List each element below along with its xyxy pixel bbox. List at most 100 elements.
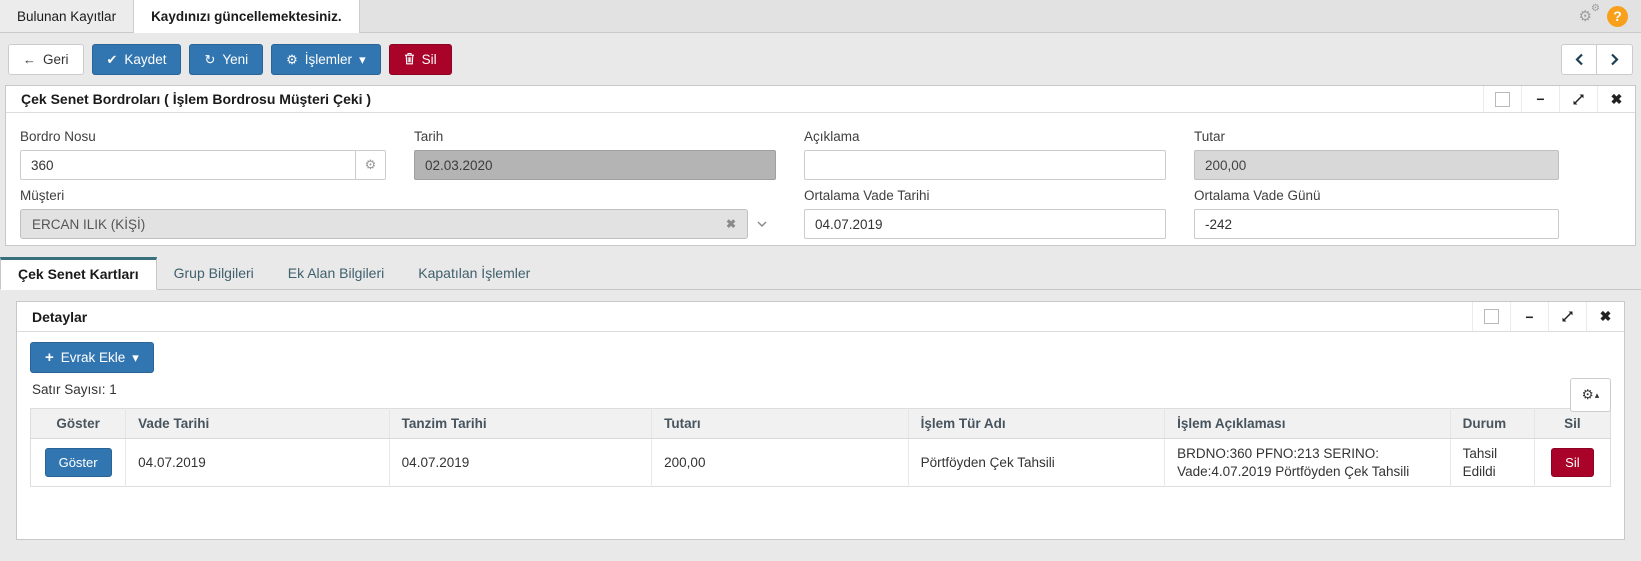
panel-minimize-icon[interactable]: − — [1521, 86, 1559, 112]
settings-gears-icon[interactable]: ⚙ ⚙ — [1579, 3, 1600, 24]
tab-bulunan-kayitlar[interactable]: Bulunan Kayıtlar — [0, 0, 135, 32]
back-button[interactable]: ← Geri — [8, 44, 84, 75]
delete-button[interactable]: Sil — [388, 44, 452, 75]
header-tutari[interactable]: Tutarı — [651, 408, 909, 439]
refresh-icon: ↻ — [204, 52, 216, 67]
details-panel: Detaylar − ✖ + Evrak Ekle ▾ Satır Sayısı… — [16, 301, 1625, 541]
cell-goster: Göster — [30, 438, 127, 487]
delete-row-button[interactable]: Sil — [1551, 448, 1594, 478]
add-document-label: Evrak Ekle — [60, 350, 126, 365]
panel-expand-icon[interactable] — [1548, 302, 1586, 331]
field-ortalama-vade-gunu: Ortalama Vade Günü — [1194, 180, 1559, 239]
cell-sil: Sil — [1534, 438, 1611, 487]
panel-checkbox[interactable] — [1483, 86, 1521, 112]
caret-down-icon: ▾ — [132, 350, 139, 365]
new-button-label: Yeni — [222, 52, 249, 67]
chevron-down-icon[interactable] — [748, 221, 776, 227]
bordro-panel-title: Çek Senet Bordroları ( İşlem Bordrosu Mü… — [21, 91, 372, 107]
table-row: Göster 04.07.2019 04.07.2019 200,00 Pört… — [30, 438, 1611, 487]
gear-icon: ⚙ — [364, 157, 377, 172]
panel-expand-icon[interactable] — [1559, 86, 1597, 112]
details-body: + Evrak Ekle ▾ Satır Sayısı: 1 ⚙ ▴ Göste… — [17, 332, 1624, 539]
help-icon[interactable]: ? — [1607, 5, 1628, 27]
show-row-button[interactable]: Göster — [44, 448, 112, 478]
tarih-input — [414, 150, 776, 180]
save-button[interactable]: ✔ Kaydet — [91, 44, 182, 75]
cell-tanzim-tarihi: 04.07.2019 — [389, 438, 653, 487]
cell-islem-aciklamasi: BRDNO:360 PFNO:213 SERINO: Vade:4.07.201… — [1164, 438, 1451, 487]
header-islem-tur-adi[interactable]: İşlem Tür Adı — [908, 408, 1166, 439]
musteri-selected-value[interactable]: ERCAN ILIK (KİŞİ) ✖ — [20, 209, 748, 239]
header-sil[interactable]: Sil — [1534, 408, 1611, 439]
tab-kapatilan-islemler[interactable]: Kapatılan İşlemler — [401, 257, 548, 290]
field-musteri: Müşteri ERCAN ILIK (KİŞİ) ✖ — [20, 180, 776, 239]
panel-close-icon[interactable]: ✖ — [1597, 86, 1635, 112]
field-ortalama-vade-tarihi: Ortalama Vade Tarihi — [804, 180, 1166, 239]
topbar-right: ⚙ ⚙ ? — [1579, 0, 1641, 32]
tarih-label: Tarih — [414, 129, 444, 144]
bordro-panel: Çek Senet Bordroları ( İşlem Bordrosu Mü… — [5, 85, 1636, 246]
save-button-label: Kaydet — [124, 52, 167, 67]
tab-grup-bilgileri[interactable]: Grup Bilgileri — [156, 257, 271, 290]
back-arrow-icon: ← — [23, 52, 36, 67]
row-count-text: Satır Sayısı: 1 — [32, 382, 117, 397]
bordro-nosu-input[interactable] — [20, 150, 355, 180]
bordro-form: Bordro Nosu ⚙ Tarih Açıklama Tutar Müşte… — [6, 113, 1635, 245]
ortalama-vade-gunu-label: Ortalama Vade Günü — [1194, 188, 1321, 203]
tab-kaydinizi-guncellemektesiniz[interactable]: Kaydınızı güncellemektesiniz. — [134, 0, 360, 33]
sub-tab-filler — [547, 257, 1641, 290]
field-tarih: Tarih — [414, 121, 776, 180]
new-button[interactable]: ↻ Yeni — [189, 44, 264, 75]
small-gear-icon: ⚙ — [1591, 2, 1600, 14]
details-table: Göster Vade Tarihi Tanzim Tarihi Tutarı … — [30, 408, 1611, 488]
trash-icon — [404, 52, 415, 67]
field-tutar: Tutar — [1194, 121, 1559, 180]
panel-checkbox[interactable] — [1472, 302, 1510, 331]
caret-down-icon: ▾ — [359, 52, 366, 67]
details-panel-header: Detaylar − ✖ — [17, 302, 1624, 332]
header-goster[interactable]: Göster — [30, 408, 127, 439]
musteri-select[interactable]: ERCAN ILIK (KİŞİ) ✖ — [20, 209, 776, 239]
aciklama-input[interactable] — [804, 150, 1166, 180]
header-tanzim-tarihi[interactable]: Tanzim Tarihi — [389, 408, 653, 439]
header-vade-tarihi[interactable]: Vade Tarihi — [125, 408, 390, 439]
previous-record-button[interactable] — [1561, 44, 1597, 75]
tutar-input — [1194, 150, 1559, 180]
tab-cek-senet-kartlari[interactable]: Çek Senet Kartları — [0, 257, 157, 290]
cell-islem-tur-adi: Pörtföyden Çek Tahsili — [908, 438, 1166, 487]
add-document-dropdown-button[interactable]: + Evrak Ekle ▾ — [30, 342, 154, 373]
back-button-label: Geri — [43, 52, 69, 67]
bordro-panel-header: Çek Senet Bordroları ( İşlem Bordrosu Mü… — [6, 86, 1635, 113]
cell-vade-tarihi: 04.07.2019 — [125, 438, 390, 487]
check-icon: ✔ — [106, 52, 118, 67]
field-bordro-nosu: Bordro Nosu ⚙ — [20, 121, 386, 180]
delete-button-label: Sil — [421, 52, 437, 67]
tutar-label: Tutar — [1194, 129, 1226, 144]
grid-settings-button[interactable]: ⚙ ▴ — [1570, 378, 1611, 412]
panel-minimize-icon[interactable]: − — [1510, 302, 1548, 331]
header-durum[interactable]: Durum — [1450, 408, 1535, 439]
app-root: Bulunan Kayıtlar Kaydınızı güncellemekte… — [0, 0, 1641, 541]
details-panel-title: Detaylar — [32, 308, 88, 325]
ortalama-vade-tarihi-label: Ortalama Vade Tarihi — [804, 188, 930, 203]
ortalama-vade-gunu-input[interactable] — [1194, 209, 1559, 239]
bordro-nosu-gear-addon[interactable]: ⚙ — [355, 150, 386, 180]
bordro-panel-controls: − ✖ — [1483, 86, 1635, 112]
window-tab-bar: Bulunan Kayıtlar Kaydınızı güncellemekte… — [0, 0, 1641, 33]
details-panel-controls: − ✖ — [1472, 302, 1624, 331]
toolbar: ← Geri ✔ Kaydet ↻ Yeni ⚙ İşlemler ▾ Sil — [0, 33, 1641, 85]
ortalama-vade-tarihi-input[interactable] — [804, 209, 1166, 239]
panel-close-icon[interactable]: ✖ — [1586, 302, 1624, 331]
plus-icon: + — [45, 349, 54, 366]
header-islem-aciklamasi[interactable]: İşlem Açıklaması — [1164, 408, 1451, 439]
bordro-nosu-label: Bordro Nosu — [20, 129, 96, 144]
next-record-button[interactable] — [1597, 44, 1633, 75]
operations-dropdown-button[interactable]: ⚙ İşlemler ▾ — [271, 44, 381, 75]
clear-selection-icon[interactable]: ✖ — [726, 217, 736, 231]
gear-icon: ⚙ — [286, 52, 298, 67]
tab-ek-alan-bilgileri[interactable]: Ek Alan Bilgileri — [270, 257, 402, 290]
aciklama-label: Açıklama — [804, 129, 860, 144]
sub-tab-bar: Çek Senet Kartları Grup Bilgileri Ek Ala… — [0, 257, 1641, 290]
cell-durum: Tahsil Edildi — [1450, 438, 1535, 487]
cell-tutari: 200,00 — [651, 438, 909, 487]
